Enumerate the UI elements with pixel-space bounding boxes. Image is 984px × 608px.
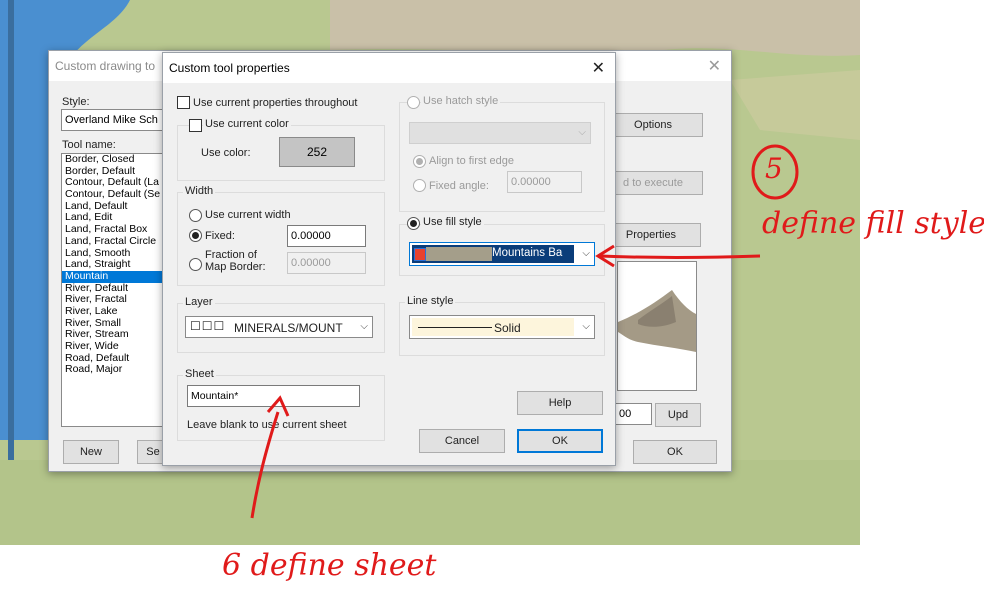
- annotation-overlay: [250, 144, 799, 519]
- step5-number: 5: [765, 152, 783, 185]
- fill-style-arrow-line: [599, 254, 761, 259]
- step6-text: 6 define sheet: [222, 548, 437, 583]
- sheet-arrow-line: [250, 411, 280, 519]
- step5-text: define fill style: [762, 206, 984, 241]
